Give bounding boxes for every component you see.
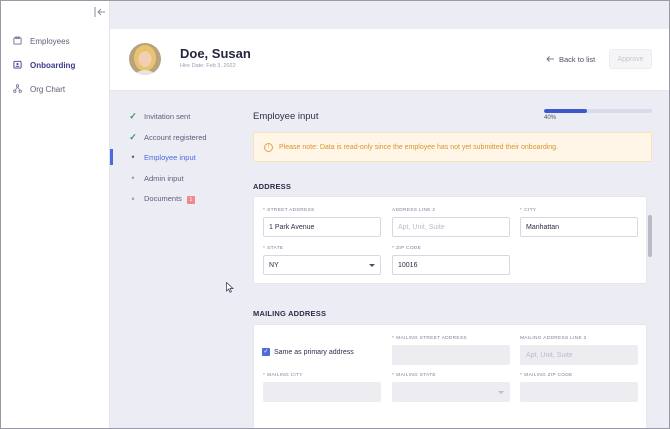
step-employee-input[interactable]: • Employee input xyxy=(110,149,240,165)
onboarding-icon xyxy=(13,60,22,71)
step-label: Invitation sent xyxy=(144,111,191,121)
notice-text: Please note: Data is read-only since the… xyxy=(279,143,558,151)
dot-icon: • xyxy=(131,152,135,162)
address-section-title: ADDRESS xyxy=(253,182,292,191)
mailing-address-section-title: MAILING ADDRESS xyxy=(253,309,327,318)
mailing-zip-field: * MAILING ZIP CODE xyxy=(520,373,638,402)
read-only-notice: ! Please note: Data is read-only since t… xyxy=(253,132,652,162)
mailing-state-field: * MAILING STATE xyxy=(392,373,510,402)
progress-fill xyxy=(544,109,588,113)
org-chart-icon xyxy=(13,83,22,95)
mailing-line2-field: MAILING ADDRESS LINE 2 Apt, Unit, Suite xyxy=(520,336,638,365)
check-icon: ✓ xyxy=(129,110,137,121)
info-icon: ! xyxy=(264,142,273,152)
city-input[interactable]: Manhattan xyxy=(520,217,638,237)
mailing-street-input[interactable] xyxy=(392,345,510,365)
arrow-left-icon xyxy=(546,55,554,64)
field-label: STATE xyxy=(267,246,284,251)
employee-name: Doe, Susan xyxy=(180,46,251,61)
mailing-city-input[interactable] xyxy=(263,382,381,402)
mailing-zip-input[interactable] xyxy=(520,382,638,402)
state-value: NY xyxy=(269,261,279,269)
hire-date: Hire Date: Feb 3, 2022 xyxy=(180,63,236,69)
back-to-list-link[interactable]: Back to list xyxy=(546,55,595,64)
step-label: Employee input xyxy=(144,152,196,162)
step-admin-input[interactable]: • Admin input xyxy=(110,170,240,186)
sidebar-item-label: Employees xyxy=(30,36,70,46)
field-label: MAILING CITY xyxy=(267,373,303,378)
progress-track xyxy=(544,109,652,113)
field-label: STREET ADDRESS xyxy=(267,208,315,213)
field-label: ZIP CODE xyxy=(396,246,422,251)
step-label: Documents xyxy=(144,194,182,203)
collapse-left-icon[interactable] xyxy=(93,5,107,17)
current-step-indicator xyxy=(110,149,113,165)
step-documents[interactable]: • Documents 1 xyxy=(110,191,240,207)
sidebar-item-org-chart[interactable]: Org Chart xyxy=(13,81,65,97)
field-label: MAILING STATE xyxy=(396,373,436,378)
state-select[interactable]: NY xyxy=(263,255,381,275)
street-address-field: * STREET ADDRESS 1 Park Avenue xyxy=(263,208,381,237)
employee-header: Doe, Susan Hire Date: Feb 3, 2022 Back t… xyxy=(110,29,669,91)
address-line2-input[interactable]: Apt, Unit, Suite xyxy=(392,217,510,237)
checkbox-checked-icon: ✓ xyxy=(262,348,270,356)
mailing-city-field: * MAILING CITY xyxy=(263,373,381,402)
address-line2-field: ADDRESS LINE 2 Apt, Unit, Suite xyxy=(392,208,510,237)
avatar xyxy=(129,43,161,75)
app-window: Employees Onboarding Org Chart Doe, Susa… xyxy=(0,0,670,429)
field-label: MAILING STREET ADDRESS xyxy=(396,336,467,341)
checkbox-label: Same as primary address xyxy=(274,348,354,356)
documents-count-badge: 1 xyxy=(186,196,195,204)
mailing-state-select[interactable] xyxy=(392,382,510,402)
zip-code-field: * ZIP CODE 10016 xyxy=(392,246,510,275)
field-label: MAILING ADDRESS LINE 2 xyxy=(520,336,587,341)
sidebar-item-label: Org Chart xyxy=(30,84,66,94)
step-label: Admin input xyxy=(144,173,184,183)
dot-icon: • xyxy=(131,173,135,183)
same-as-primary-checkbox[interactable]: ✓ Same as primary address xyxy=(262,348,354,356)
zip-code-input[interactable]: 10016 xyxy=(392,255,510,275)
mouse-cursor-icon xyxy=(226,280,234,298)
back-to-list-label: Back to list xyxy=(559,55,596,64)
sidebar-item-onboarding[interactable]: Onboarding xyxy=(13,57,75,73)
step-account-registered[interactable]: ✓ Account registered xyxy=(110,129,240,145)
field-label: CITY xyxy=(524,208,537,213)
section-title: Employee input xyxy=(253,111,319,122)
city-field: * CITY Manhattan xyxy=(520,208,638,237)
chevron-down-icon xyxy=(498,390,504,394)
progress-indicator: 40% xyxy=(544,109,652,121)
sidebar: Employees Onboarding Org Chart xyxy=(1,1,110,428)
state-field: * STATE NY xyxy=(263,246,381,275)
scrollbar[interactable] xyxy=(648,215,652,257)
step-invitation-sent[interactable]: ✓ Invitation sent xyxy=(110,108,240,124)
chevron-down-icon xyxy=(369,263,375,267)
mailing-street-field: * MAILING STREET ADDRESS xyxy=(392,336,510,365)
employees-icon xyxy=(13,36,22,47)
progress-label: 40% xyxy=(544,115,557,121)
sidebar-item-label: Onboarding xyxy=(30,60,76,70)
field-label: ADDRESS LINE 2 xyxy=(392,208,436,213)
step-label: Account registered xyxy=(144,132,207,142)
field-label: MAILING ZIP CODE xyxy=(524,373,573,378)
sidebar-item-employees[interactable]: Employees xyxy=(13,33,70,49)
street-address-input[interactable]: 1 Park Avenue xyxy=(263,217,381,237)
approve-button[interactable]: Approve xyxy=(609,49,652,69)
mailing-line2-input[interactable]: Apt, Unit, Suite xyxy=(520,345,638,365)
dot-icon: • xyxy=(131,194,135,204)
check-icon: ✓ xyxy=(129,131,137,142)
